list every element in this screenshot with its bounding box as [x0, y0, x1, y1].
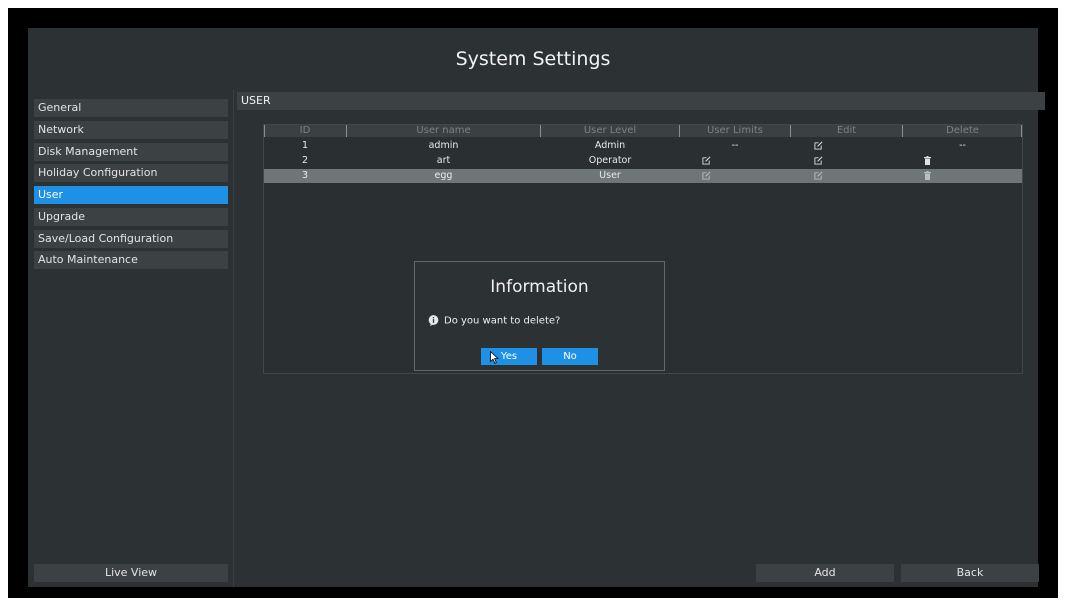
no-button[interactable]: No: [542, 348, 598, 365]
cell-id: 2: [301, 155, 309, 166]
settings-window: System Settings General Network Disk Man…: [28, 28, 1045, 587]
cell-user-level: User: [599, 170, 621, 181]
dialog-message-row: Do you want to delete?: [428, 315, 560, 327]
trash-icon[interactable]: [921, 154, 933, 168]
column-divider: [679, 125, 680, 137]
dialog-message: Do you want to delete?: [444, 315, 561, 327]
column-divider: [1021, 125, 1022, 137]
column-header-id: ID: [264, 125, 346, 137]
yes-button[interactable]: Yes: [481, 348, 537, 365]
column-header-user-level: User Level: [541, 125, 679, 137]
sidebar-item-network[interactable]: Network: [34, 121, 228, 139]
cell-user-limits: --: [731, 140, 739, 151]
column-divider: [346, 125, 347, 137]
sidebar: General Network Disk Management Holiday …: [28, 90, 234, 587]
cell-user-level: Admin: [594, 140, 626, 151]
back-button[interactable]: Back: [901, 564, 1039, 582]
column-divider: [790, 125, 791, 137]
user-limits-edit-icon[interactable]: [699, 154, 713, 168]
column-header-delete: Delete: [903, 125, 1022, 137]
edit-icon[interactable]: [811, 169, 825, 183]
edit-icon[interactable]: [811, 154, 825, 168]
column-header-user-limits: User Limits: [680, 125, 790, 137]
sidebar-item-save-load-configuration[interactable]: Save/Load Configuration: [34, 230, 228, 248]
cell-id: 1: [301, 140, 309, 151]
sidebar-item-user[interactable]: User: [34, 186, 228, 204]
column-divider: [540, 125, 541, 137]
sidebar-item-disk-management[interactable]: Disk Management: [34, 143, 228, 161]
page-title: System Settings: [455, 48, 611, 70]
sidebar-item-holiday-configuration[interactable]: Holiday Configuration: [34, 164, 228, 182]
yes-button-label: Yes: [500, 351, 518, 362]
column-divider: [264, 125, 265, 137]
table-row[interactable]: 1 admin Admin -- --: [264, 139, 1022, 153]
cell-user-level: Operator: [588, 155, 632, 166]
table-row-selected[interactable]: 3 egg User: [264, 169, 1022, 183]
user-limits-edit-icon[interactable]: [699, 169, 713, 183]
column-header-edit: Edit: [791, 125, 902, 137]
column-divider: [902, 125, 903, 137]
sidebar-item-upgrade[interactable]: Upgrade: [34, 208, 228, 226]
cell-delete: --: [959, 140, 966, 151]
delete-confirm-dialog: Information Do you want to delete? Yes N…: [414, 261, 665, 371]
cell-user-name: art: [436, 155, 451, 166]
cell-id: 3: [301, 170, 309, 181]
mouse-cursor-icon: [490, 351, 499, 364]
section-header: USER: [237, 92, 1045, 110]
live-view-button[interactable]: Live View: [34, 564, 228, 582]
add-button[interactable]: Add: [756, 564, 894, 582]
table-row[interactable]: 2 art Operator: [264, 154, 1022, 168]
cell-user-name: egg: [434, 170, 453, 181]
column-header-user-name: User name: [347, 125, 540, 137]
info-icon: [428, 315, 439, 326]
sidebar-item-general[interactable]: General: [34, 99, 228, 117]
edit-icon[interactable]: [811, 139, 825, 153]
cell-user-name: admin: [428, 140, 459, 151]
trash-icon[interactable]: [921, 169, 933, 183]
sidebar-item-auto-maintenance[interactable]: Auto Maintenance: [34, 251, 228, 269]
screen: System Settings General Network Disk Man…: [8, 8, 1058, 598]
dialog-title: Information: [490, 277, 589, 297]
